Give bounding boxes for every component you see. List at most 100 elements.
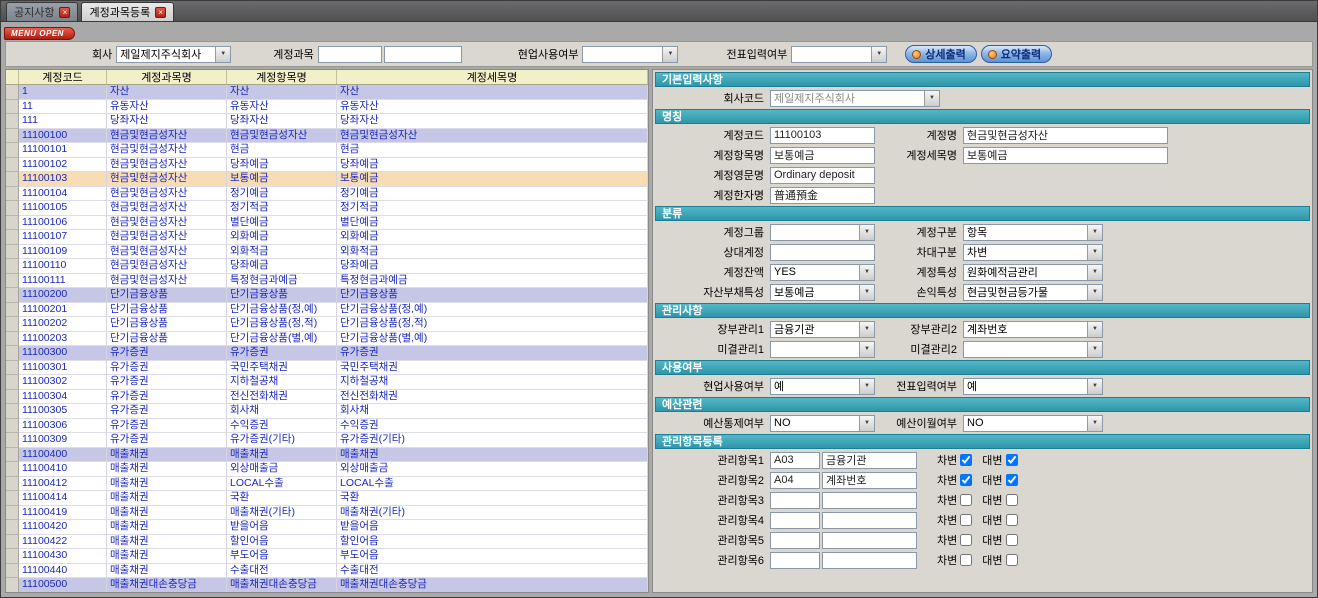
company-select[interactable]: 제일제지주식회사 ▼ — [116, 46, 231, 63]
eng-name-input[interactable] — [770, 167, 875, 184]
account-code-filter-input[interactable] — [318, 46, 382, 63]
book1-select[interactable]: 금융기관 ▼ — [770, 321, 875, 338]
cell-item: 유동자산 — [227, 100, 337, 115]
table-row[interactable]: 11100440매출채권수출대전수출대전 — [6, 564, 648, 579]
table-row[interactable]: 11100110현금및현금성자산당좌예금당좌예금 — [6, 259, 648, 274]
mgmt-item-name-input[interactable] — [822, 512, 917, 529]
table-row[interactable]: 11100419매출채권매출채권(기타)매출채권(기타) — [6, 506, 648, 521]
table-row[interactable]: 11100111현금및현금성자산특정현금과예금특정현금과예금 — [6, 274, 648, 289]
account-name-filter-input[interactable] — [384, 46, 462, 63]
credit-checkbox[interactable] — [1006, 534, 1018, 546]
account-div-select[interactable]: 항목 ▼ — [963, 224, 1103, 241]
debit-checkbox[interactable] — [960, 494, 972, 506]
table-row[interactable]: 11100430매출채권부도어음부도어음 — [6, 549, 648, 564]
table-row[interactable]: 11100101현금및현금성자산현금현금 — [6, 143, 648, 158]
table-row[interactable]: 11100305유가증권회사채회사채 — [6, 404, 648, 419]
debit-checkbox[interactable] — [960, 454, 972, 466]
credit-checkbox[interactable] — [1006, 514, 1018, 526]
budget-carry-select[interactable]: NO ▼ — [963, 415, 1103, 432]
table-row[interactable]: 11100102현금및현금성자산당좌예금당좌예금 — [6, 158, 648, 173]
table-row[interactable]: 11100103현금및현금성자산보통예금보통예금 — [6, 172, 648, 187]
detail-print-button[interactable]: 상세출력 — [905, 45, 976, 63]
table-row[interactable]: 11100309유가증권유가증권(기타)유가증권(기타) — [6, 433, 648, 448]
table-row[interactable]: 11100420매출채권받을어음받을어음 — [6, 520, 648, 535]
mgmt-item-name-input[interactable] — [822, 552, 917, 569]
table-row[interactable]: 11100400매출채권매출채권매출채권 — [6, 448, 648, 463]
table-row[interactable]: 11100203단기금융상품단기금융상품(별,예)단기금융상품(별,예) — [6, 332, 648, 347]
debit-checkbox[interactable] — [960, 534, 972, 546]
mgmt-item-code-input[interactable] — [770, 512, 820, 529]
close-icon[interactable]: × — [59, 7, 70, 18]
table-row[interactable]: 11100300유가증권유가증권유가증권 — [6, 346, 648, 361]
table-row[interactable]: 11100302유가증권지하철공채지하철공채 — [6, 375, 648, 390]
table-row[interactable]: 11100106현금및현금성자산별단예금별단예금 — [6, 216, 648, 231]
balance-select[interactable]: YES ▼ — [770, 264, 875, 281]
tab-notices[interactable]: 공지사항 × — [6, 2, 78, 21]
mgmt-item-name-input[interactable] — [822, 492, 917, 509]
table-row[interactable]: 11100412매출채권LOCAL수출LOCAL수출 — [6, 477, 648, 492]
table-row[interactable]: 11100414매출채권국환국환 — [6, 491, 648, 506]
account-name-input[interactable] — [963, 127, 1168, 144]
table-row[interactable]: 11100410매출채권외상매출금외상매출금 — [6, 462, 648, 477]
field-use-select[interactable]: 예 ▼ — [770, 378, 875, 395]
table-row[interactable]: 11100422매출채권할인어음할인어음 — [6, 535, 648, 550]
hanja-name-input[interactable] — [770, 187, 875, 204]
field-use-filter-select[interactable]: ▼ — [582, 46, 678, 63]
column-header-detail[interactable]: 계정세목명 — [337, 70, 648, 84]
debit-checkbox[interactable] — [960, 474, 972, 486]
mgmt-item-code-input[interactable] — [770, 552, 820, 569]
credit-checkbox[interactable] — [1006, 494, 1018, 506]
column-header-item[interactable]: 계정항목명 — [227, 70, 337, 84]
table-row[interactable]: 11100105현금및현금성자산정기적금정기적금 — [6, 201, 648, 216]
open2-select[interactable]: ▼ — [963, 341, 1103, 358]
table-row[interactable]: 11100301유가증권국민주택채권국민주택채권 — [6, 361, 648, 376]
credit-checkbox[interactable] — [1006, 454, 1018, 466]
tab-account-registration[interactable]: 계정과목등록 × — [81, 2, 174, 21]
mgmt-item-code-input[interactable] — [770, 452, 820, 469]
mgmt-item-name-input[interactable] — [822, 472, 917, 489]
table-row[interactable]: 11100500매출채권대손충당금매출채권대손충당금매출채권대손충당금 — [6, 578, 648, 592]
close-icon[interactable]: × — [155, 7, 166, 18]
debit-checkbox[interactable] — [960, 554, 972, 566]
budget-ctrl-select[interactable]: NO ▼ — [770, 415, 875, 432]
item-name-input[interactable] — [770, 147, 875, 164]
mgmt-item-name-input[interactable] — [822, 532, 917, 549]
table-row[interactable]: 11100202단기금융상품단기금융상품(정,적)단기금융상품(정,적) — [6, 317, 648, 332]
table-row[interactable]: 11100100현금및현금성자산현금및현금성자산현금및현금성자산 — [6, 129, 648, 144]
asset-attr-select[interactable]: 보통예금 ▼ — [770, 284, 875, 301]
table-row[interactable]: 1자산자산자산 — [6, 85, 648, 100]
detail-name-input[interactable] — [963, 147, 1168, 164]
table-row[interactable]: 11100304유가증권전신전화채권전신전화채권 — [6, 390, 648, 405]
account-attr-select[interactable]: 원화예적금관리 ▼ — [963, 264, 1103, 281]
table-row[interactable]: 11100200단기금융상품단기금융상품단기금융상품 — [6, 288, 648, 303]
pl-attr-select[interactable]: 현금및현금등가물 ▼ — [963, 284, 1103, 301]
slip-entry-filter-select[interactable]: ▼ — [791, 46, 887, 63]
debit-checkbox[interactable] — [960, 514, 972, 526]
account-group-select[interactable]: ▼ — [770, 224, 875, 241]
table-row[interactable]: 11100306유가증권수익증권수익증권 — [6, 419, 648, 434]
book2-select[interactable]: 계좌번호 ▼ — [963, 321, 1103, 338]
mgmt-item-name-input[interactable] — [822, 452, 917, 469]
slip-use-select[interactable]: 예 ▼ — [963, 378, 1103, 395]
company-code-select[interactable]: 제일제지주식회사 ▼ — [770, 90, 940, 107]
credit-checkbox[interactable] — [1006, 554, 1018, 566]
table-row[interactable]: 11100109현금및현금성자산외화적금외화적금 — [6, 245, 648, 260]
slip-use-label: 전표입력여부 — [875, 378, 963, 394]
mgmt-item-code-input[interactable] — [770, 532, 820, 549]
column-header-name[interactable]: 계정과목명 — [107, 70, 227, 84]
counter-account-input[interactable] — [770, 244, 875, 261]
table-row[interactable]: 11유동자산유동자산유동자산 — [6, 100, 648, 115]
menu-open-button[interactable]: MENU OPEN — [4, 27, 75, 40]
account-code-input[interactable] — [770, 127, 875, 144]
mgmt-item-code-input[interactable] — [770, 492, 820, 509]
column-header-code[interactable]: 계정코드 — [19, 70, 107, 84]
credit-checkbox[interactable] — [1006, 474, 1018, 486]
open1-select[interactable]: ▼ — [770, 341, 875, 358]
table-row[interactable]: 11100201단기금융상품단기금융상품(정,예)단기금융상품(정,예) — [6, 303, 648, 318]
table-row[interactable]: 11100104현금및현금성자산정기예금정기예금 — [6, 187, 648, 202]
dc-div-select[interactable]: 차변 ▼ — [963, 244, 1103, 261]
mgmt-item-code-input[interactable] — [770, 472, 820, 489]
table-row[interactable]: 11100107현금및현금성자산외화예금외화예금 — [6, 230, 648, 245]
table-row[interactable]: 111당좌자산당좌자산당좌자산 — [6, 114, 648, 129]
summary-print-button[interactable]: 요약출력 — [981, 45, 1052, 63]
